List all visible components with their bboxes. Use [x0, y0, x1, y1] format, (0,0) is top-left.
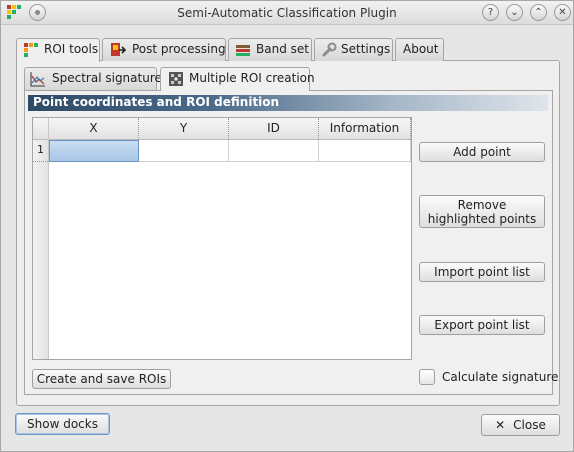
minimize-button[interactable]: ⌄	[506, 4, 523, 21]
close-button-label: Close	[513, 418, 546, 432]
spectral-signature-icon	[30, 72, 45, 87]
band-set-icon	[236, 45, 250, 56]
tab-label: Post processing	[132, 42, 226, 56]
close-button[interactable]: ✕ Close	[481, 414, 560, 436]
table-corner[interactable]	[33, 118, 49, 140]
post-processing-icon	[111, 43, 126, 56]
tab-multiple-roi-creation[interactable]: Multiple ROI creation	[160, 67, 315, 91]
remove-highlighted-points-button[interactable]: Remove highlighted points	[419, 195, 545, 228]
table-cell-id[interactable]	[229, 140, 319, 162]
show-docks-button[interactable]: Show docks	[15, 413, 110, 435]
tab-spectral-signature[interactable]: Spectral signature	[24, 67, 162, 90]
remove-button-line2: highlighted points	[427, 211, 537, 226]
table-cell-information[interactable]	[319, 140, 411, 162]
table-header: X Y ID Information	[33, 118, 411, 140]
close-icon: ✕	[495, 418, 506, 432]
create-and-save-rois-button[interactable]: Create and save ROIs	[32, 369, 171, 389]
tab-about[interactable]: About	[395, 38, 444, 61]
help-button[interactable]: ?	[482, 4, 499, 21]
tab-label: ROI tools	[44, 42, 99, 56]
add-point-button[interactable]: Add point	[419, 142, 545, 162]
row-header-column: 1	[33, 140, 49, 359]
table-cell-x[interactable]	[49, 140, 139, 162]
multiple-roi-icon	[169, 72, 183, 86]
section-header: Point coordinates and ROI definition	[28, 95, 548, 111]
tab-label: Multiple ROI creation	[189, 71, 315, 85]
column-header-id[interactable]: ID	[229, 118, 319, 140]
calculate-signature-label: Calculate signature	[442, 370, 559, 384]
column-header-y[interactable]: Y	[139, 118, 229, 140]
table-cell-y[interactable]	[139, 140, 229, 162]
calculate-signature-checkbox[interactable]	[419, 369, 435, 385]
column-header-information[interactable]: Information	[319, 118, 411, 140]
remove-button-line1: Remove	[457, 197, 507, 212]
maximize-button[interactable]: ⌃	[530, 4, 547, 21]
tab-roi-tools[interactable]: ROI tools	[16, 38, 100, 62]
settings-icon	[322, 42, 337, 57]
tab-band-set[interactable]: Band set	[228, 38, 312, 61]
tab-post-processing[interactable]: Post processing	[102, 38, 226, 61]
row-header[interactable]: 1	[33, 140, 48, 162]
tab-label: Spectral signature	[52, 71, 162, 85]
import-point-list-button[interactable]: Import point list	[419, 262, 545, 282]
plugin-window: Semi-Automatic Classification Plugin ? ⌄…	[0, 0, 574, 452]
roi-tools-icon	[24, 43, 38, 57]
tab-label: Settings	[341, 42, 391, 56]
close-window-button[interactable]: ✕	[554, 4, 571, 21]
points-table[interactable]: X Y ID Information 1	[32, 117, 412, 360]
column-header-x[interactable]: X	[49, 118, 139, 140]
tab-settings[interactable]: Settings	[314, 38, 393, 61]
title-bar[interactable]: Semi-Automatic Classification Plugin ? ⌄…	[1, 1, 573, 25]
export-point-list-button[interactable]: Export point list	[419, 315, 545, 335]
tab-label: Band set	[256, 42, 309, 56]
tab-label: About	[403, 42, 439, 56]
